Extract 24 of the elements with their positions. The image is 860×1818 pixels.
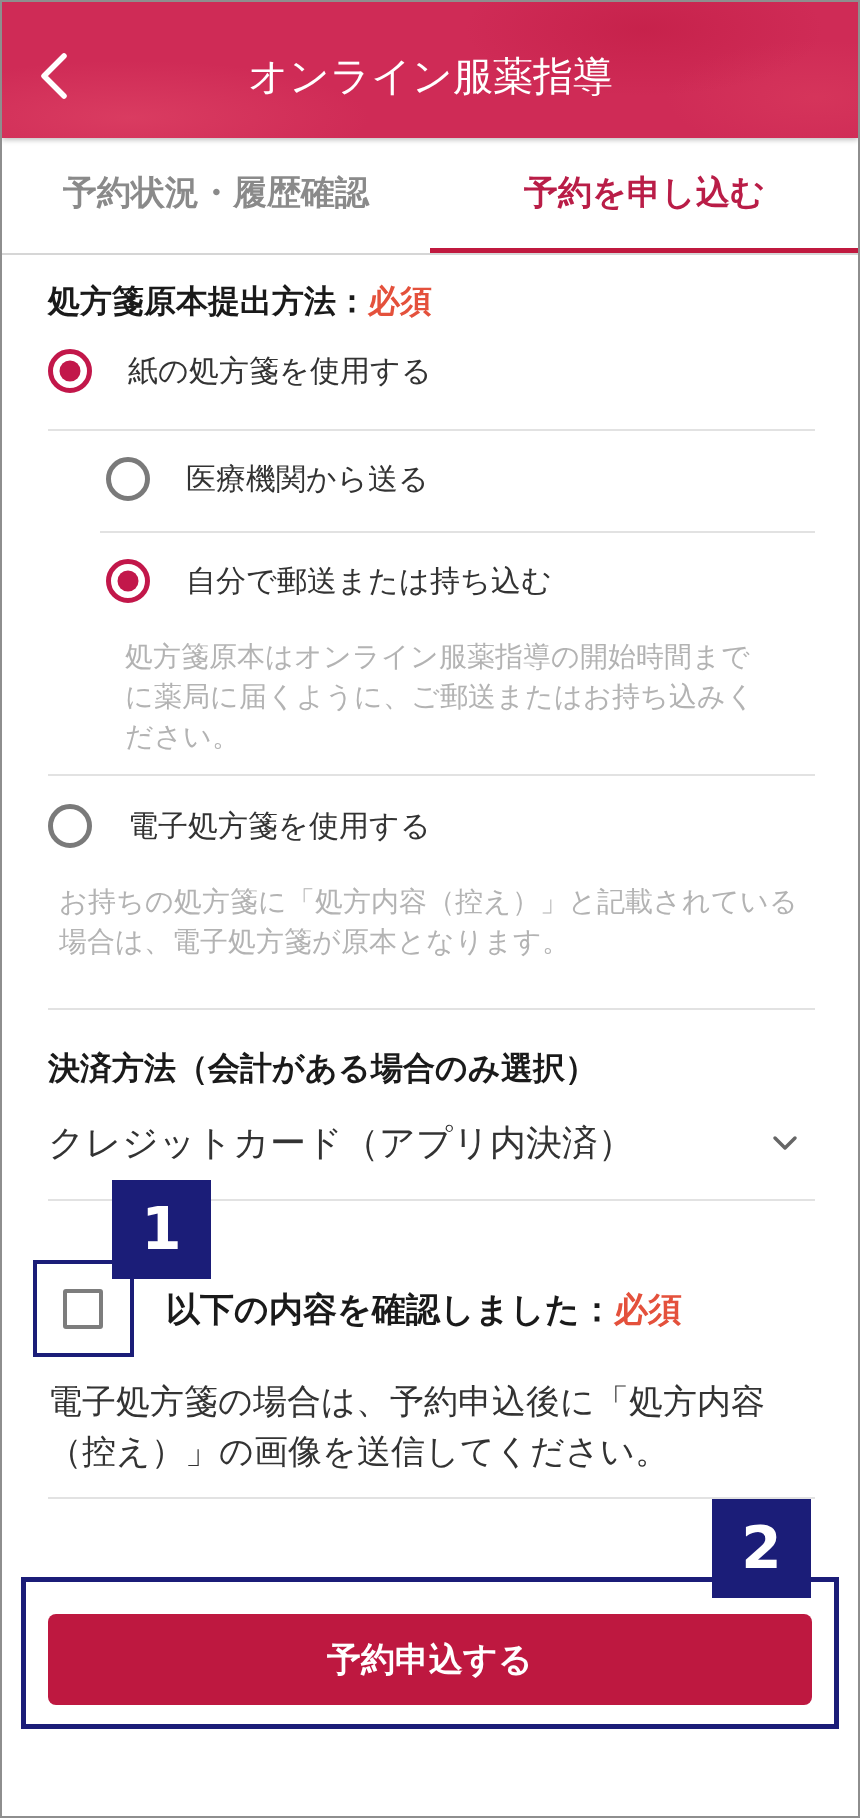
submit-button[interactable]: 予約申込する [48,1614,812,1705]
notice-text: 電子処方箋の場合は、予約申込後に「処方内容（控え）」の画像を送信してください。 [48,1380,766,1473]
chevron-down-icon [772,1135,798,1152]
required-mark: 必須 [368,282,432,320]
checkbox-label: 以下の内容を確認しました：必須 [166,1289,682,1329]
section-heading: 処方箋原本提出方法： [48,282,368,320]
checkbox[interactable] [63,1289,103,1329]
option-label: 自分で郵送または持ち込む [186,562,552,600]
section-heading: 決済方法（会計がある場合のみ選択） [48,1049,597,1087]
option-note: お持ちの処方箋に「処方内容（控え）」と記載されている場合は、電子処方箋が原本となります。 [58,884,799,960]
tab[interactable]: 予約状況・履歴確認 [2,138,430,253]
header-title: オンライン服薬指導 [247,52,613,101]
radio-button[interactable] [106,559,150,603]
tab[interactable]: 予約を申し込む [430,138,858,253]
radio-button[interactable] [48,804,92,848]
option-label: 医療機関から送る [186,460,429,498]
step-number: 1 [112,1180,211,1279]
option-label: 電子処方箋を使用する [128,807,431,845]
radio-button[interactable] [48,349,92,393]
radio-button[interactable] [106,457,150,501]
step-number: 2 [712,1499,811,1598]
option-note: 処方箋原本はオンライン服薬指導の開始時間までに薬局に届くように、ご郵送またはお持ち込みください。 [124,639,756,755]
option-label: 紙の処方箋を使用する [128,352,432,390]
back-icon[interactable] [38,52,70,100]
